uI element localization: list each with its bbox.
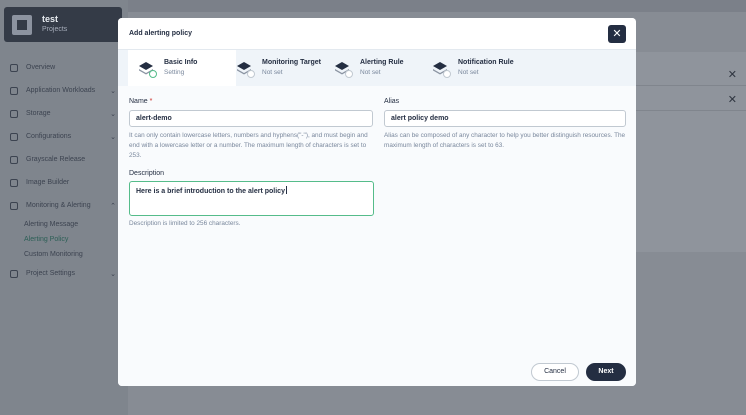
chevron-up-icon: ⌃ <box>110 203 116 210</box>
project-subtitle: Projects <box>42 26 68 33</box>
alias-label: Alias <box>384 98 400 105</box>
step-status-dot <box>443 70 451 78</box>
text-caret <box>285 186 287 194</box>
step-title: Notification Rule <box>458 59 514 66</box>
chevron-down-icon: ⌄ <box>110 271 116 278</box>
description-text: Here is a brief introduction to the aler… <box>136 188 285 195</box>
add-alerting-policy-modal: Add alerting policy ✕ Basic Info Setting… <box>118 18 636 386</box>
sidebar-item-label: Application Workloads <box>26 87 96 94</box>
sidebar-subitem-label: Alerting Message <box>24 221 79 228</box>
sidebar-item-configurations[interactable]: Configurations ⌄ <box>0 125 128 148</box>
sidebar-nav: Overview Application Workloads ⌄ Storage… <box>0 56 128 285</box>
image-builder-icon <box>10 178 18 187</box>
sidebar-subitem-label: Custom Monitoring <box>24 251 83 258</box>
step-status-dot <box>149 70 157 78</box>
layers-icon <box>432 60 451 78</box>
sidebar: test Projects Overview Application Workl… <box>0 0 128 415</box>
step-status: Not set <box>360 69 381 76</box>
storage-icon <box>10 109 18 118</box>
next-button[interactable]: Next <box>586 363 626 381</box>
step-status: Not set <box>262 69 283 76</box>
step-monitoring-target[interactable]: Monitoring Target Not set <box>236 50 334 86</box>
sidebar-subitem-label: Alerting Policy <box>24 236 69 243</box>
close-button[interactable]: ✕ <box>608 25 626 43</box>
sidebar-item-grayscale-release[interactable]: Grayscale Release <box>0 148 128 171</box>
sidebar-item-overview[interactable]: Overview <box>0 56 128 79</box>
sidebar-item-project-settings[interactable]: Project Settings ⌄ <box>0 262 128 285</box>
modal-title: Add alerting policy <box>129 30 193 37</box>
step-title: Monitoring Target <box>262 59 321 66</box>
project-icon <box>12 14 32 35</box>
required-mark: * <box>149 98 153 105</box>
close-icon[interactable]: ✕ <box>728 93 737 106</box>
sidebar-item-application-workloads[interactable]: Application Workloads ⌄ <box>0 79 128 102</box>
layers-icon <box>138 60 157 78</box>
settings-icon <box>10 269 18 278</box>
project-selector[interactable]: test Projects <box>4 7 122 42</box>
modal-header: Add alerting policy <box>118 18 636 50</box>
sidebar-item-label: Image Builder <box>26 179 70 186</box>
sidebar-subitem-custom-monitoring[interactable]: Custom Monitoring <box>0 247 128 262</box>
configurations-icon <box>10 132 18 141</box>
grayscale-icon <box>10 155 18 164</box>
step-notification-rule[interactable]: Notification Rule Not set <box>432 50 542 86</box>
step-status-dot <box>345 70 353 78</box>
step-status: Not set <box>458 69 479 76</box>
sidebar-item-monitoring-alerting[interactable]: Monitoring & Alerting ⌃ <box>0 194 128 217</box>
sidebar-item-label: Grayscale Release <box>26 156 86 163</box>
chevron-down-icon: ⌄ <box>110 88 116 95</box>
background-topbar <box>128 0 746 12</box>
sidebar-item-storage[interactable]: Storage ⌄ <box>0 102 128 125</box>
project-name: test <box>42 14 59 24</box>
description-textarea[interactable]: Here is a brief introduction to the aler… <box>129 181 374 216</box>
overview-icon <box>10 63 18 72</box>
cancel-button[interactable]: Cancel <box>531 363 579 381</box>
monitoring-icon <box>10 201 18 210</box>
step-title: Alerting Rule <box>360 59 404 66</box>
step-status-dot <box>247 70 255 78</box>
step-status: Setting <box>164 69 185 76</box>
chevron-down-icon: ⌄ <box>110 134 116 141</box>
alias-input[interactable]: alert policy demo <box>384 110 626 127</box>
name-input[interactable]: alert-demo <box>129 110 373 127</box>
wizard-steps: Basic Info Setting Monitoring Target Not… <box>118 50 636 86</box>
chevron-down-icon: ⌄ <box>110 111 116 118</box>
step-alerting-rule[interactable]: Alerting Rule Not set <box>334 50 432 86</box>
sidebar-item-label: Monitoring & Alerting <box>26 202 91 209</box>
layers-icon <box>334 60 353 78</box>
step-title: Basic Info <box>164 59 198 66</box>
name-label: Name * <box>129 98 152 105</box>
description-hint: Description is limited to 256 characters… <box>129 220 241 227</box>
name-hint: It can only contain lowercase letters, n… <box>129 132 368 159</box>
name-label-text: Name <box>129 98 148 105</box>
sidebar-item-image-builder[interactable]: Image Builder <box>0 171 128 194</box>
sidebar-item-label: Configurations <box>26 133 72 140</box>
sidebar-item-label: Overview <box>26 64 56 71</box>
sidebar-subitem-alerting-message[interactable]: Alerting Message <box>0 217 128 232</box>
step-basic-info[interactable]: Basic Info Setting <box>128 50 236 86</box>
workloads-icon <box>10 86 18 95</box>
description-label: Description <box>129 170 165 177</box>
close-icon[interactable]: ✕ <box>728 68 737 81</box>
sidebar-item-label: Project Settings <box>26 270 76 277</box>
alias-hint: Alias can be composed of any character t… <box>384 132 626 149</box>
sidebar-subitem-alerting-policy[interactable]: Alerting Policy <box>0 232 128 247</box>
layers-icon <box>236 60 255 78</box>
sidebar-item-label: Storage <box>26 110 51 117</box>
